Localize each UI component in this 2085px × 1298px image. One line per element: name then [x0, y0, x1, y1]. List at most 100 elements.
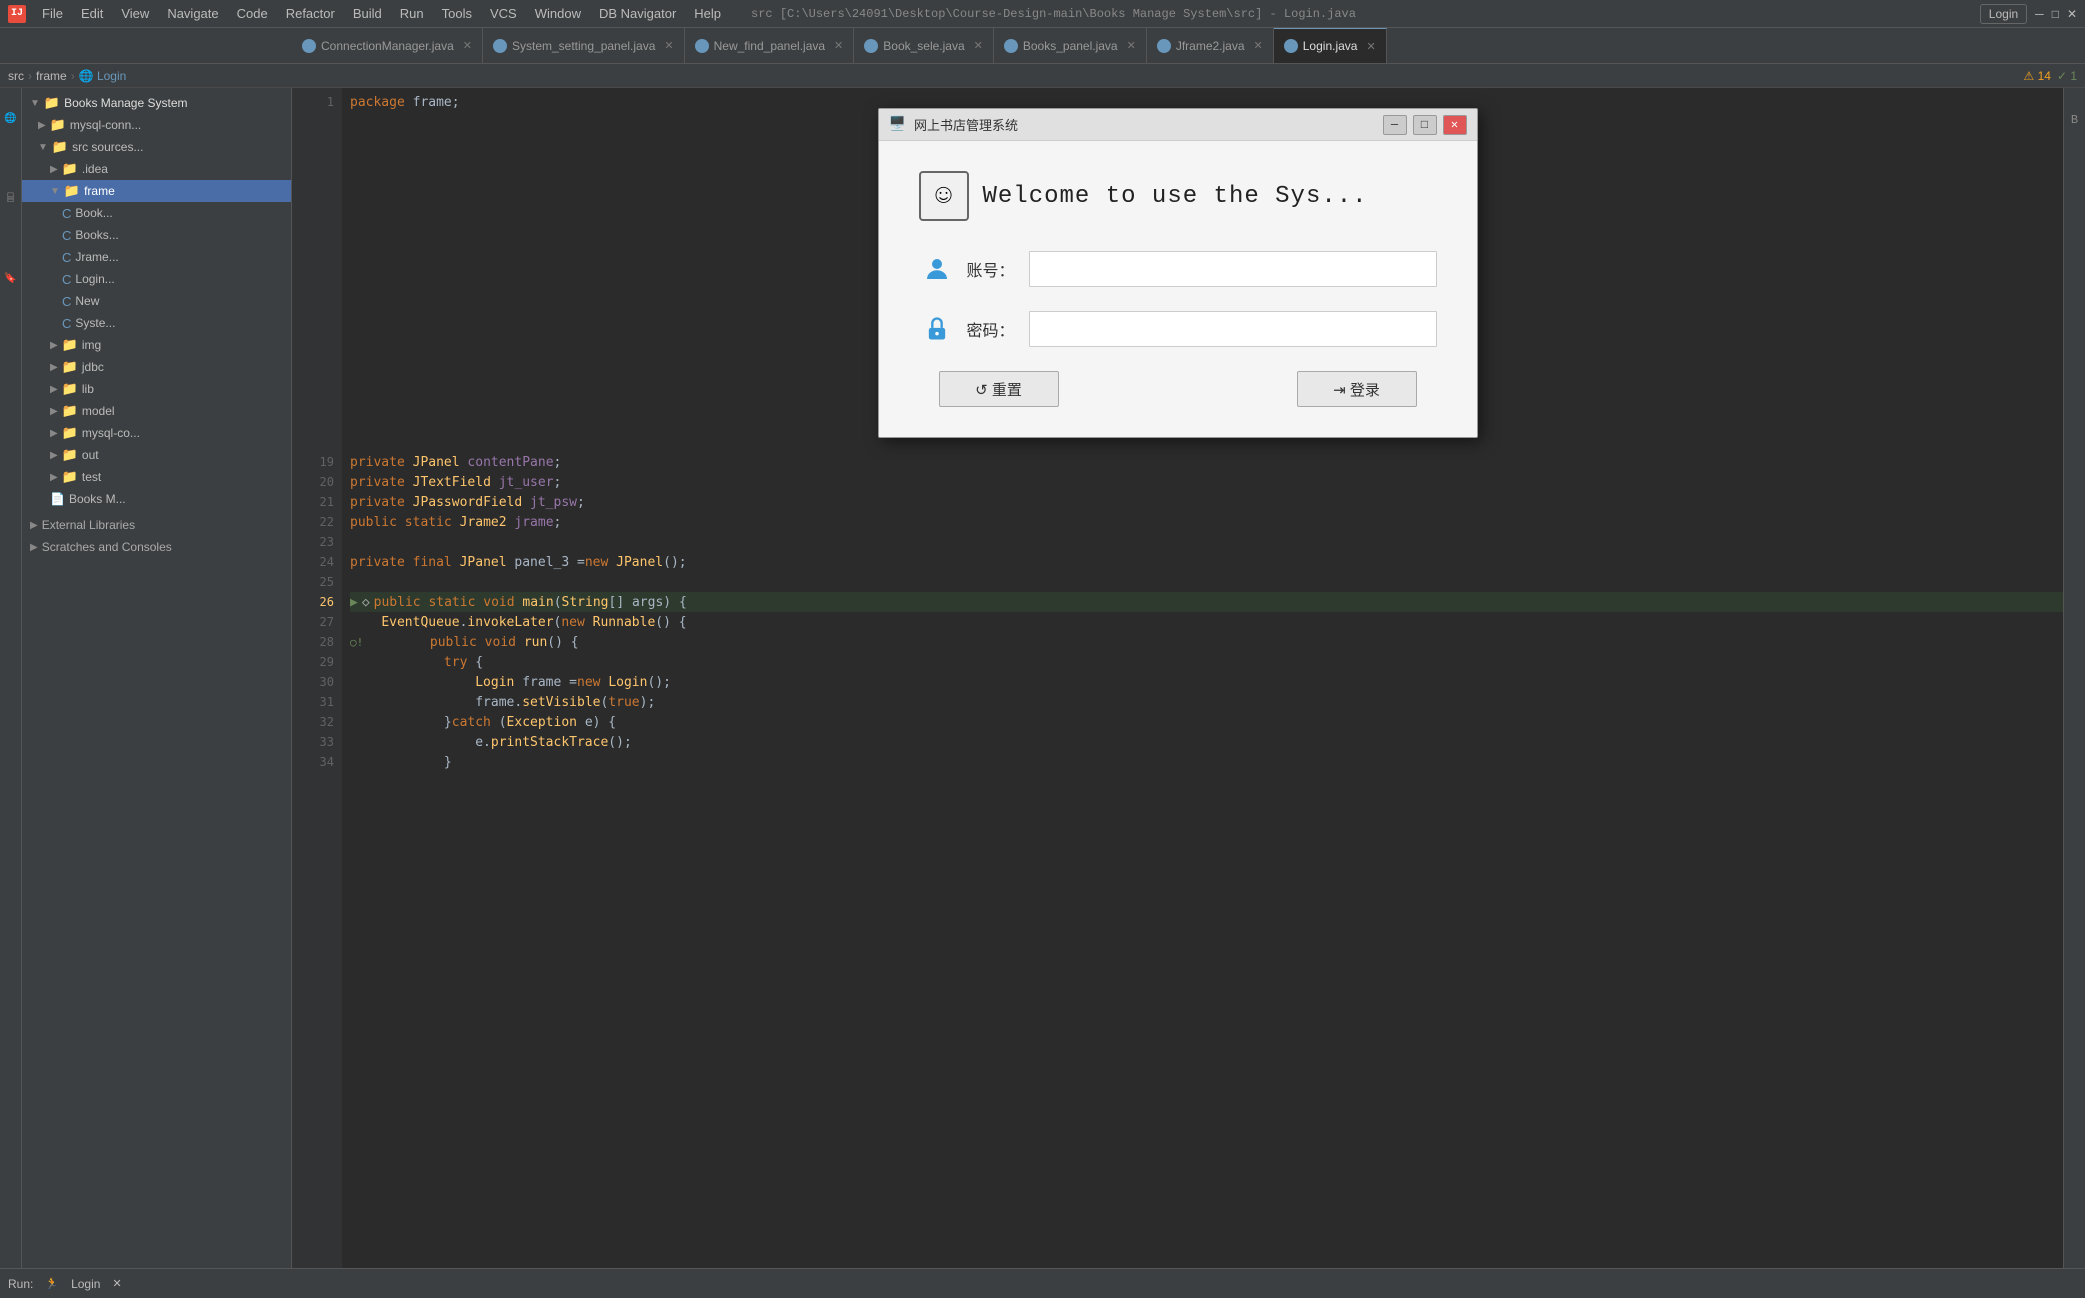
breadcrumb-frame[interactable]: frame [36, 69, 67, 83]
menu-bar: IJ File Edit View Navigate Code Refactor… [0, 0, 2085, 28]
tree-label: frame [84, 184, 115, 198]
tree-label: lib [82, 382, 94, 396]
menu-vcs[interactable]: VCS [482, 4, 525, 23]
tab-close-icon[interactable]: ✕ [664, 39, 673, 52]
welcome-icon: ☺ [919, 171, 969, 221]
tree-mysql-conn[interactable]: ▶ 📁 mysql-conn... [22, 114, 291, 136]
reset-button[interactable]: ↺ 重置 [939, 371, 1059, 407]
folder-icon: 📁 [62, 381, 78, 397]
tree-label: Scratches and Consoles [42, 540, 172, 554]
menu-tools[interactable]: Tools [434, 4, 480, 23]
tree-new[interactable]: C New [22, 290, 291, 312]
tab-file-icon [1004, 39, 1018, 53]
tree-label: Books... [75, 228, 118, 242]
tree-jdbc[interactable]: ▶ 📁 jdbc [22, 356, 291, 378]
menu-view[interactable]: View [113, 4, 157, 23]
dialog-maximize-button[interactable]: □ [1413, 115, 1437, 135]
login-dropdown[interactable]: Login [1980, 4, 2027, 24]
breadcrumb-src[interactable]: src [8, 69, 24, 83]
tree-label: src sources... [72, 140, 143, 154]
tab-login-java[interactable]: Login.java ✕ [1274, 28, 1387, 64]
tab-file-icon [1284, 39, 1298, 53]
tree-login[interactable]: C Login... [22, 268, 291, 290]
breadcrumb: src › frame › 🌐 Login ⚠ 14 ✓ 1 [0, 64, 2085, 88]
tree-frame[interactable]: ▼ 📁 frame [22, 180, 291, 202]
project-tree: ▼ 📁 Books Manage System ▶ 📁 mysql-conn..… [22, 88, 291, 562]
tree-lib[interactable]: ▶ 📁 lib [22, 378, 291, 400]
tab-new-find[interactable]: New_find_panel.java ✕ [685, 28, 855, 64]
menu-window[interactable]: Window [527, 4, 589, 23]
tree-src[interactable]: ▼ 📁 src sources... [22, 136, 291, 158]
tab-close-icon[interactable]: ✕ [1127, 39, 1136, 52]
dialog-minimize-button[interactable]: ─ [1383, 115, 1407, 135]
folder-icon: 📁 [50, 117, 66, 133]
tab-close-icon[interactable]: ✕ [1254, 39, 1263, 52]
error-indicator[interactable]: ✓ 1 [2057, 69, 2077, 83]
window-close[interactable]: ✕ [2067, 7, 2077, 21]
dialog-title: 网上书店管理系统 [914, 115, 1375, 134]
sidebar-bookmarks-icon[interactable]: 🔖 [2, 270, 20, 288]
tab-system-setting[interactable]: System_setting_panel.java ✕ [483, 28, 685, 64]
window-maximize[interactable]: □ [2052, 7, 2059, 21]
menu-right: Login ─ □ ✕ [1980, 4, 2077, 24]
tree-out[interactable]: ▶ 📁 out [22, 444, 291, 466]
tree-root[interactable]: ▼ 📁 Books Manage System [22, 92, 291, 114]
tree-label: Books Manage System [64, 96, 187, 110]
menu-help[interactable]: Help [686, 4, 729, 23]
menu-refactor[interactable]: Refactor [278, 4, 343, 23]
tree-test[interactable]: ▶ 📁 test [22, 466, 291, 488]
tab-close-icon[interactable]: ✕ [1366, 40, 1375, 53]
folder-icon: 📁 [62, 425, 78, 441]
tree-jrame[interactable]: C Jrame... [22, 246, 291, 268]
login-button[interactable]: ⇥ 登录 [1297, 371, 1417, 407]
account-label: 账号： [967, 257, 1017, 281]
warning-indicator[interactable]: ⚠ 14 [2023, 69, 2050, 83]
menu-code[interactable]: Code [229, 4, 276, 23]
folder-icon: 📁 [62, 161, 78, 177]
tree-external-libs[interactable]: ▶ External Libraries [22, 514, 291, 536]
tab-book-sele[interactable]: Book_sele.java ✕ [854, 28, 994, 64]
lock-svg-icon [923, 315, 951, 343]
tab-close-icon[interactable]: ✕ [463, 39, 472, 52]
sidebar-browser-icon[interactable]: 🌐 [2, 110, 20, 128]
tree-label: mysql-co... [82, 426, 140, 440]
close-run[interactable]: ✕ [112, 1277, 121, 1290]
welcome-text: Welcome to use the Sys... [983, 183, 1368, 210]
expand-arrow: ▶ [38, 120, 46, 131]
tab-close-icon[interactable]: ✕ [834, 39, 843, 52]
folder-icon: 📁 [44, 95, 60, 111]
tree-model[interactable]: ▶ 📁 model [22, 400, 291, 422]
tree-mysql-co[interactable]: ▶ 📁 mysql-co... [22, 422, 291, 444]
tree-system[interactable]: C Syste... [22, 312, 291, 334]
window-minimize[interactable]: ─ [2035, 7, 2044, 21]
tab-connection-manager[interactable]: ConnectionManager.java ✕ [292, 28, 483, 64]
menu-edit[interactable]: Edit [73, 4, 111, 23]
tree-scratches[interactable]: ▶ Scratches and Consoles [22, 536, 291, 558]
menu-navigate[interactable]: Navigate [159, 4, 226, 23]
menu-file[interactable]: File [34, 4, 71, 23]
dialog-close-button[interactable]: ✕ [1443, 115, 1467, 135]
project-panel: ▼ 📁 Books Manage System ▶ 📁 mysql-conn..… [22, 88, 292, 1268]
tree-books[interactable]: C Books... [22, 224, 291, 246]
tree-idea[interactable]: ▶ 📁 .idea [22, 158, 291, 180]
account-input[interactable] [1029, 251, 1437, 287]
tree-img[interactable]: ▶ 📁 img [22, 334, 291, 356]
folder-icon: 📁 [62, 469, 78, 485]
password-input[interactable] [1029, 311, 1437, 347]
sidebar-structure-icon[interactable]: ⌸ [2, 190, 20, 208]
tree-book[interactable]: C Book... [22, 202, 291, 224]
tree-label: External Libraries [42, 518, 135, 532]
menu-build[interactable]: Build [345, 4, 390, 23]
tree-books-m[interactable]: 📄 Books M... [22, 488, 291, 510]
right-panel-icon-3[interactable]: B [2071, 113, 2078, 127]
tab-books-panel[interactable]: Books_panel.java ✕ [994, 28, 1147, 64]
menu-run[interactable]: Run [392, 4, 432, 23]
tab-file-icon [864, 39, 878, 53]
tab-close-icon[interactable]: ✕ [974, 39, 983, 52]
file-path: src [C:\Users\24091\Desktop\Course-Desig… [751, 7, 1356, 21]
menu-db-navigator[interactable]: DB Navigator [591, 4, 684, 23]
breadcrumb-login[interactable]: 🌐 Login [79, 69, 127, 83]
tab-jframe2[interactable]: Jframe2.java ✕ [1147, 28, 1274, 64]
tab-label: Login.java [1303, 39, 1358, 53]
expand-arrow: ▼ [38, 142, 48, 153]
